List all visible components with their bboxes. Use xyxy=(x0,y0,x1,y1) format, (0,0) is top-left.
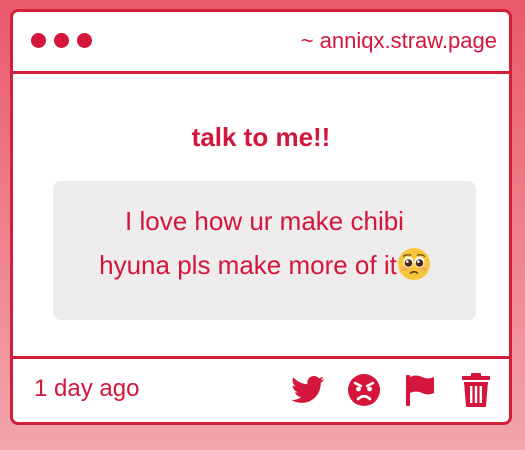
react-angry-button[interactable] xyxy=(346,373,382,407)
message-line-1: I love how ur make chibi xyxy=(125,206,404,236)
report-flag-button[interactable] xyxy=(402,373,438,407)
window-dot xyxy=(54,33,69,48)
share-twitter-button[interactable] xyxy=(290,373,326,407)
message-card: ~ anniqx.straw.page talk to me!! I love … xyxy=(10,9,512,425)
trash-icon xyxy=(462,373,490,407)
card-footer: 1 day ago xyxy=(13,356,509,422)
page-url[interactable]: ~ anniqx.straw.page xyxy=(301,28,497,54)
window-dot xyxy=(77,33,92,48)
delete-button[interactable] xyxy=(458,373,494,407)
message-line-2: hyuna pls make more of it xyxy=(99,250,397,280)
card-body: talk to me!! I love how ur make chibi hy… xyxy=(13,74,509,358)
pleading-face-emoji xyxy=(397,248,430,280)
message-bubble: I love how ur make chibi hyuna pls make … xyxy=(53,181,476,320)
flag-icon xyxy=(406,375,434,406)
page-title: talk to me!! xyxy=(191,122,331,152)
window-dot xyxy=(31,33,46,48)
action-bar xyxy=(290,373,494,407)
twitter-icon xyxy=(291,376,325,403)
angry-face-icon xyxy=(348,374,380,406)
timestamp: 1 day ago xyxy=(34,375,140,402)
title-bar: ~ anniqx.straw.page xyxy=(13,12,509,74)
window-dots xyxy=(31,33,92,48)
